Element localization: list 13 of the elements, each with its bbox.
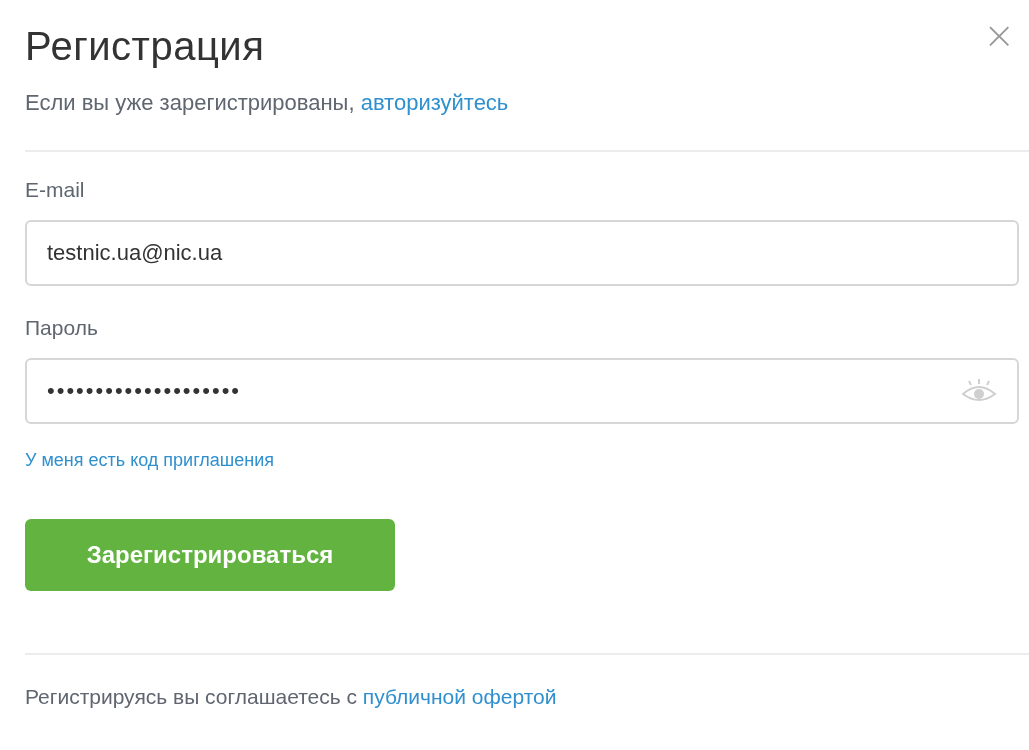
close-button[interactable]: × bbox=[983, 18, 1015, 52]
dialog-title: Регистрация bbox=[25, 23, 265, 70]
eye-icon bbox=[961, 378, 997, 402]
field-label: E-mail bbox=[25, 178, 86, 202]
password-field[interactable]: •••••••••••••••••••• bbox=[25, 358, 1019, 424]
login-hint: Если вы уже зарегистрированы, авторизуйтесь bbox=[25, 90, 510, 116]
field-label: Пароль bbox=[25, 316, 99, 340]
login-link[interactable]: авторизуйтесь bbox=[360, 90, 509, 115]
offer-link[interactable]: публичной офертой bbox=[362, 685, 557, 708]
invite-code-link[interactable]: У меня есть код приглашения bbox=[25, 450, 275, 471]
terms-notice: Регистрируясь вы соглашаетесь с публичной офертой bbox=[25, 685, 558, 709]
email-field[interactable]: testnic.ua@nic.ua bbox=[25, 220, 1019, 286]
register-button[interactable]: Зарегистрироваться bbox=[25, 519, 395, 591]
